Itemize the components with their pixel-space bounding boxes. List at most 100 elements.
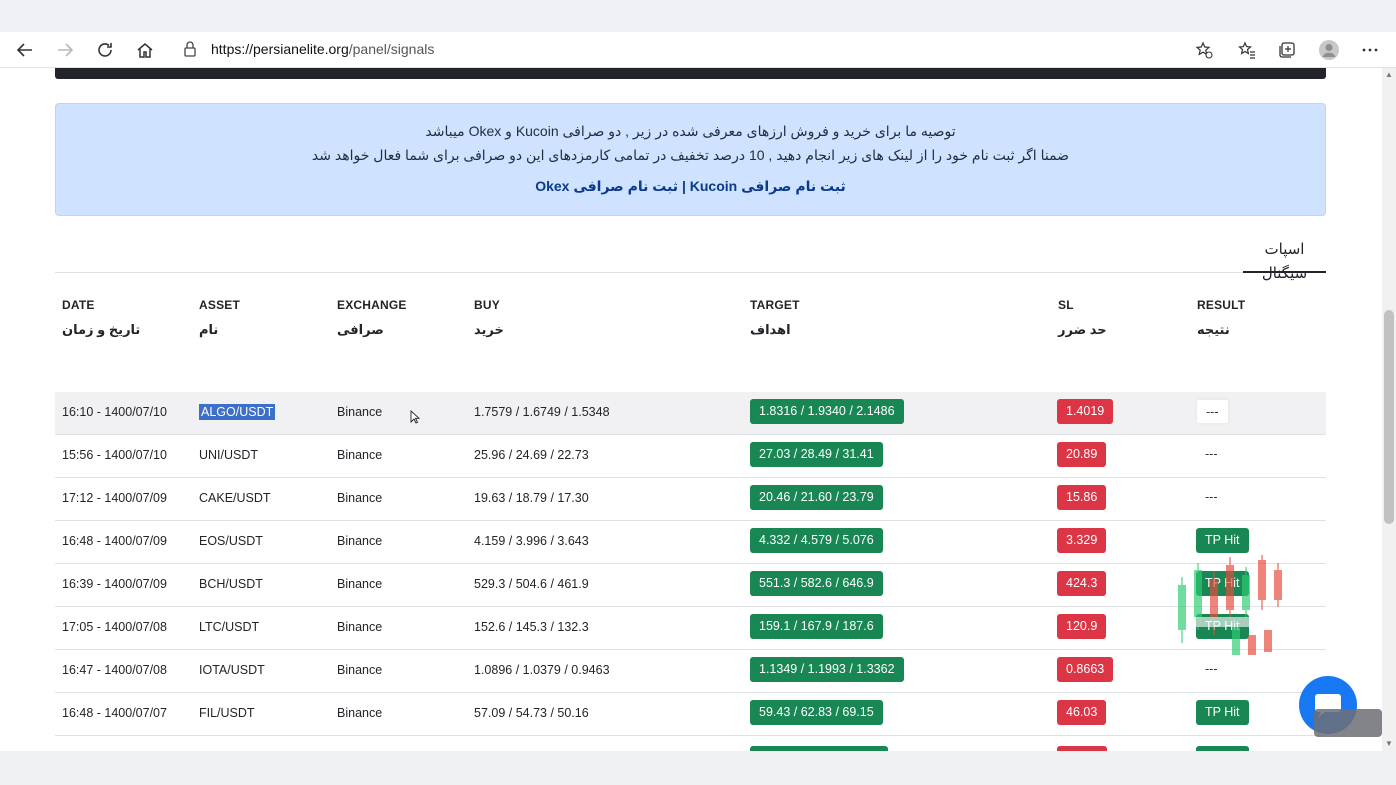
row-buy: 1.0896 / 1.0379 / 0.9463 (474, 663, 610, 677)
favorites-icon[interactable] (1234, 38, 1260, 62)
row-exchange: Binance (337, 405, 383, 419)
link-separator: | (681, 178, 686, 194)
selected-asset-text: ALGO/USDT (199, 404, 276, 420)
column-target: TARGET اهداف (750, 298, 800, 337)
row-asset: EOS/USDT (199, 534, 263, 548)
row-buy: 152.6 / 145.3 / 132.3 (474, 620, 589, 634)
profile-icon[interactable] (1316, 38, 1342, 62)
table-row[interactable]: 16:10 - 1400/07/10 ALGO/USDT Binance 1.7… (55, 392, 1326, 435)
target-badge: 27.03 / 28.49 / 31.41 (750, 442, 883, 467)
row-date: 16:10 - 1400/07/10 (62, 405, 167, 419)
sl-badge: 424.3 (1057, 571, 1107, 596)
row-asset: BCH/USDT (199, 577, 263, 591)
okex-register-link[interactable]: ثبت نام صرافی Okex (535, 178, 678, 194)
column-asset: ASSET نام (199, 298, 241, 337)
result-badge: TP Hit (1196, 700, 1249, 725)
row-buy: 19.63 / 18.79 / 17.30 (474, 491, 589, 505)
url-path: /panel/signals (348, 41, 435, 57)
table-row[interactable] (55, 736, 1326, 751)
column-exchange: EXCHANGE صرافی (337, 298, 407, 337)
row-asset: IOTA/USDT (199, 663, 265, 677)
sl-badge: 1.4019 (1057, 399, 1114, 424)
table-row[interactable]: 17:05 - 1400/07/08 LTC/USDT Binance 152.… (55, 607, 1326, 650)
page-scrollbar[interactable]: ▲ ▼ (1382, 68, 1396, 751)
table-header: DATE تاریخ و زمان ASSET نام EXCHANGE صرا… (55, 298, 1326, 392)
mouse-cursor-icon (410, 410, 420, 424)
column-buy: BUY خرید (474, 298, 504, 337)
browser-toolbar: https://persianelite.org/panel/signals (0, 32, 1396, 68)
table-row[interactable]: 16:47 - 1400/07/08 IOTA/USDT Binance 1.0… (55, 650, 1326, 693)
scrollbar-thumb[interactable] (1384, 310, 1394, 524)
video-overlay-control[interactable] (1314, 709, 1382, 737)
more-icon[interactable] (1357, 38, 1383, 62)
row-asset: LTC/USDT (199, 620, 260, 634)
reload-icon[interactable] (92, 38, 118, 62)
row-date: 17:12 - 1400/07/09 (62, 491, 167, 505)
sl-badge: 20.89 (1057, 442, 1107, 467)
tab-spot-signal[interactable]: اسپات سیگنال (1243, 238, 1326, 282)
notice-links: ثبت نام صرافی Kucoin | ثبت نام صرافی Oke… (56, 178, 1325, 195)
result-badge: --- (1196, 399, 1229, 424)
row-asset: FIL/USDT (199, 706, 255, 720)
table-row[interactable]: 16:39 - 1400/07/09 BCH/USDT Binance 529.… (55, 564, 1326, 607)
kucoin-register-link[interactable]: ثبت نام صرافی Kucoin (690, 178, 846, 194)
row-asset: CAKE/USDT (199, 491, 271, 505)
target-badge: 59.43 / 62.83 / 69.15 (750, 700, 883, 725)
target-badge: 551.3 / 582.6 / 646.9 (750, 571, 883, 596)
collections-icon[interactable] (1274, 38, 1300, 62)
target-badge: 1.8316 / 1.9340 / 2.1486 (750, 399, 904, 424)
sl-badge: 46.03 (1057, 700, 1107, 725)
url-host: https://persianelite.org (211, 41, 349, 57)
address-bar[interactable]: https://persianelite.org/panel/signals (211, 41, 434, 57)
table-row[interactable]: 16:48 - 1400/07/07 FIL/USDT Binance 57.0… (55, 693, 1326, 736)
row-date: 16:48 - 1400/07/09 (62, 534, 167, 548)
row-date: 17:05 - 1400/07/08 (62, 620, 167, 634)
row-buy: 57.09 / 54.73 / 50.16 (474, 706, 589, 720)
column-result: RESULT نتیجه (1197, 298, 1246, 337)
row-exchange: Binance (337, 706, 383, 720)
row-date: 16:48 - 1400/07/07 (62, 706, 167, 720)
home-icon[interactable] (132, 38, 158, 62)
signal-tabs: اسپات سیگنال (55, 238, 1326, 282)
row-buy: 25.96 / 24.69 / 22.73 (474, 448, 589, 462)
row-exchange: Binance (337, 620, 383, 634)
row-date: 16:39 - 1400/07/09 (62, 577, 167, 591)
row-asset: UNI/USDT (199, 448, 259, 462)
row-exchange: Binance (337, 577, 383, 591)
target-badge: 1.1349 / 1.1993 / 1.3362 (750, 657, 904, 682)
row-buy: 4.159 / 3.996 / 3.643 (474, 534, 589, 548)
row-exchange: Binance (337, 534, 383, 548)
bottom-strip (0, 751, 1396, 785)
candlestick-logo-watermark (1178, 555, 1282, 655)
row-exchange: Binance (337, 448, 383, 462)
table-row[interactable]: 15:56 - 1400/07/10 UNI/USDT Binance 25.9… (55, 435, 1326, 478)
result-badge: --- (1205, 490, 1218, 504)
notice-line-2: ضمنا اگر ثبت نام خود را از لینک های زیر … (311, 147, 1070, 163)
sl-badge: 3.329 (1057, 528, 1107, 553)
column-date: DATE تاریخ و زمان (62, 298, 141, 337)
table-row[interactable]: 16:48 - 1400/07/09 EOS/USDT Binance 4.15… (55, 521, 1326, 564)
header-banner (55, 68, 1326, 79)
table-row[interactable]: 17:12 - 1400/07/09 CAKE/USDT Binance 19.… (55, 478, 1326, 521)
notice-line-1: توصیه ما برای خرید و فروش ارزهای معرفی ش… (425, 123, 956, 139)
column-sl: SL حد ضرر (1058, 298, 1107, 337)
scroll-down-icon[interactable]: ▼ (1382, 737, 1396, 751)
result-badge: --- (1205, 447, 1218, 461)
scroll-up-icon[interactable]: ▲ (1382, 68, 1396, 82)
target-badge: 4.332 / 4.579 / 5.076 (750, 528, 883, 553)
back-arrow-icon[interactable] (12, 38, 38, 62)
forward-arrow-icon[interactable] (52, 38, 78, 62)
target-badge: 20.46 / 21.60 / 23.79 (750, 485, 883, 510)
sl-badge: 0.8663 (1057, 657, 1114, 682)
row-date: 15:56 - 1400/07/10 (62, 448, 167, 462)
row-exchange: Binance (337, 663, 383, 677)
star-add-icon[interactable] (1191, 38, 1217, 62)
target-badge: 159.1 / 167.9 / 187.6 (750, 614, 883, 639)
row-exchange: Binance (337, 491, 383, 505)
result-badge: TP Hit (1196, 528, 1249, 553)
lock-icon[interactable] (183, 40, 197, 58)
row-asset: ALGO/USDT (199, 404, 276, 420)
row-date: 16:47 - 1400/07/08 (62, 663, 167, 677)
sl-badge: 120.9 (1057, 614, 1107, 639)
row-buy: 529.3 / 504.6 / 461.9 (474, 577, 589, 591)
